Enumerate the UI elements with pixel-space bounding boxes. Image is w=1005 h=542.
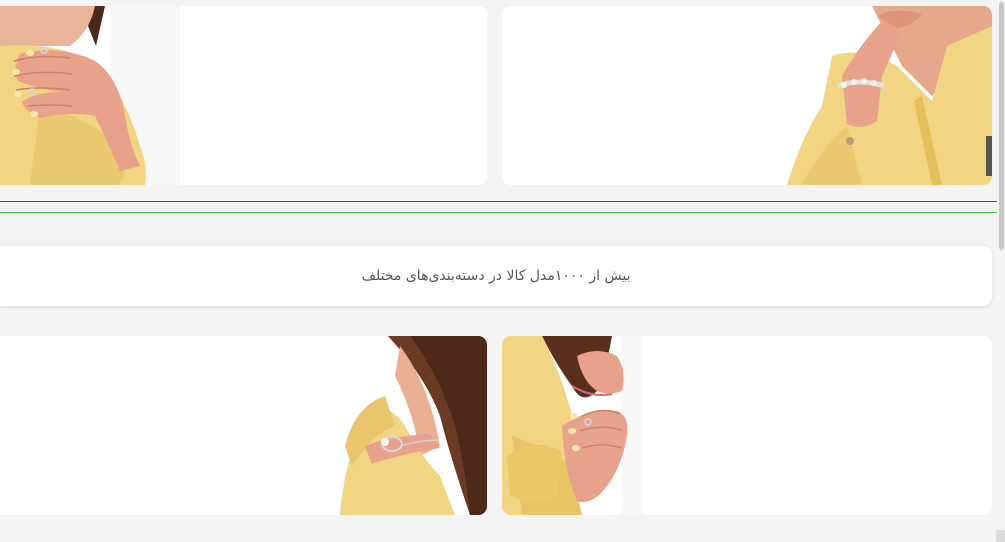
woman-floral-bracelet-photo [502, 6, 992, 185]
bottom-strip [0, 515, 996, 542]
scrollbar-thumb[interactable] [999, 2, 1004, 250]
woman-hand-ring-photo [0, 6, 487, 185]
vertical-scrollbar[interactable] [997, 0, 1005, 542]
banner-top-right[interactable] [502, 6, 992, 185]
banner-top-left[interactable] [0, 6, 487, 185]
info-box: بیش از ۱۰۰۰مدل کالا در دسته‌بندی‌های مخت… [0, 246, 992, 306]
banner-bottom-left[interactable] [0, 336, 487, 515]
scrollbar-corner [996, 530, 1005, 542]
woman-hand-ring-hair-photo [502, 336, 992, 515]
info-text: بیش از ۱۰۰۰مدل کالا در دسته‌بندی‌های مخت… [361, 268, 631, 284]
divider-green [0, 212, 1000, 213]
page: بیش از ۱۰۰۰مدل کالا در دسته‌بندی‌های مخت… [0, 0, 1005, 542]
banner-bottom-right[interactable] [502, 336, 992, 515]
divider-pink [0, 201, 1000, 202]
woman-knot-bracelet-photo [0, 336, 487, 515]
